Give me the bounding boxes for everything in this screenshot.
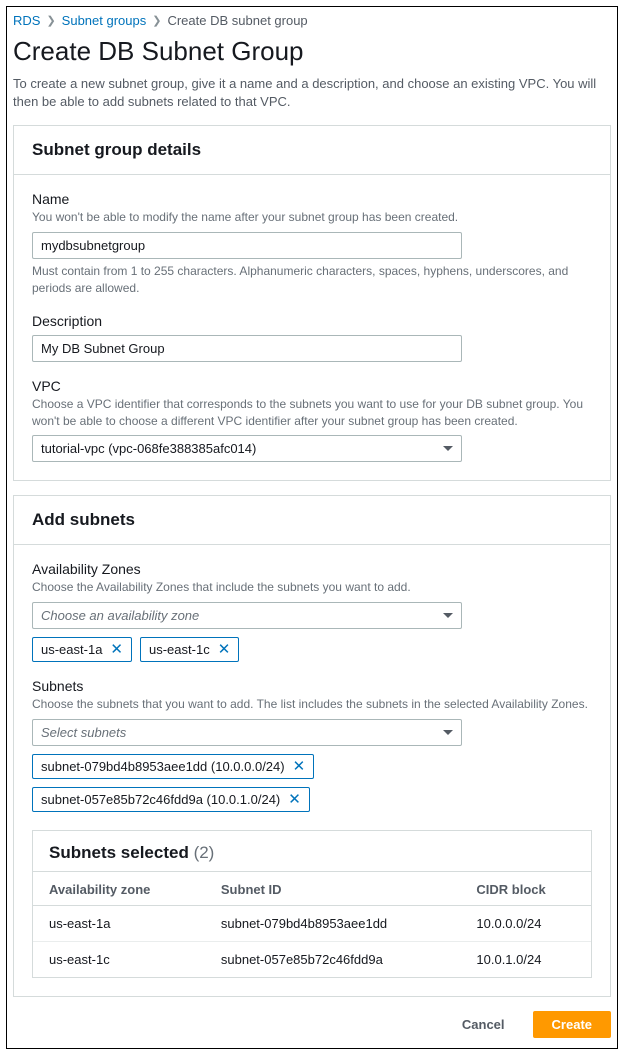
subnets-select[interactable]: Select subnets: [32, 719, 462, 746]
subnet-tag-label: subnet-057e85b72c46fdd9a (10.0.1.0/24): [41, 792, 280, 807]
subnet-tag-label: subnet-079bd4b8953aee1dd (10.0.0.0/24): [41, 759, 285, 774]
az-tag: us-east-1a ✕: [32, 637, 132, 662]
vpc-select-value: tutorial-vpc (vpc-068fe388385afc014): [41, 441, 256, 456]
breadcrumb: RDS ❯ Subnet groups ❯ Create DB subnet g…: [13, 11, 611, 34]
vpc-hint: Choose a VPC identifier that corresponds…: [32, 396, 592, 430]
cell-az: us-east-1c: [33, 941, 205, 977]
subnets-selected-count: (2): [194, 843, 215, 862]
page-description: To create a new subnet group, give it a …: [13, 75, 611, 111]
chevron-right-icon: ❯: [152, 14, 161, 27]
vpc-select[interactable]: tutorial-vpc (vpc-068fe388385afc014): [32, 435, 462, 462]
cell-az: us-east-1a: [33, 905, 205, 941]
page-title: Create DB Subnet Group: [13, 36, 611, 67]
breadcrumb-subnet-groups[interactable]: Subnet groups: [62, 13, 147, 28]
breadcrumb-current: Create DB subnet group: [167, 13, 307, 28]
subnets-hint: Choose the subnets that you want to add.…: [32, 696, 592, 713]
chevron-down-icon: [443, 613, 453, 618]
name-constraint: Must contain from 1 to 255 characters. A…: [32, 263, 592, 297]
az-select-placeholder: Choose an availability zone: [41, 608, 199, 623]
subnets-label: Subnets: [32, 678, 592, 694]
description-label: Description: [32, 313, 592, 329]
add-subnets-panel: Add subnets Availability Zones Choose th…: [13, 495, 611, 997]
subnets-selected-table: Subnets selected (2) Availability zone S…: [32, 830, 592, 978]
description-input[interactable]: [32, 335, 462, 362]
cell-cidr: 10.0.1.0/24: [460, 941, 591, 977]
breadcrumb-rds[interactable]: RDS: [13, 13, 40, 28]
subnet-tag: subnet-057e85b72c46fdd9a (10.0.1.0/24) ✕: [32, 787, 310, 812]
subnet-tag: subnet-079bd4b8953aee1dd (10.0.0.0/24) ✕: [32, 754, 314, 779]
vpc-label: VPC: [32, 378, 592, 394]
name-input[interactable]: [32, 232, 462, 259]
az-select[interactable]: Choose an availability zone: [32, 602, 462, 629]
table-row: us-east-1a subnet-079bd4b8953aee1dd 10.0…: [33, 905, 591, 941]
col-subnet-id: Subnet ID: [205, 871, 461, 905]
az-hint: Choose the Availability Zones that inclu…: [32, 579, 592, 596]
az-tag: us-east-1c ✕: [140, 637, 239, 662]
cell-id: subnet-057e85b72c46fdd9a: [205, 941, 461, 977]
subnets-selected-title: Subnets selected: [49, 843, 189, 862]
col-az: Availability zone: [33, 871, 205, 905]
cell-cidr: 10.0.0.0/24: [460, 905, 591, 941]
close-icon[interactable]: ✕: [288, 792, 301, 807]
name-hint: You won't be able to modify the name aft…: [32, 209, 592, 226]
close-icon[interactable]: ✕: [293, 759, 306, 774]
panel-title: Add subnets: [14, 496, 610, 545]
az-tag-label: us-east-1c: [149, 642, 210, 657]
subnets-select-placeholder: Select subnets: [41, 725, 126, 740]
close-icon[interactable]: ✕: [110, 642, 123, 657]
close-icon[interactable]: ✕: [218, 642, 231, 657]
chevron-down-icon: [443, 730, 453, 735]
table-row: us-east-1c subnet-057e85b72c46fdd9a 10.0…: [33, 941, 591, 977]
col-cidr: CIDR block: [460, 871, 591, 905]
panel-title: Subnet group details: [14, 126, 610, 175]
cell-id: subnet-079bd4b8953aee1dd: [205, 905, 461, 941]
cancel-button[interactable]: Cancel: [444, 1011, 523, 1038]
subnet-group-details-panel: Subnet group details Name You won't be a…: [13, 125, 611, 481]
name-label: Name: [32, 191, 592, 207]
az-tag-label: us-east-1a: [41, 642, 102, 657]
az-label: Availability Zones: [32, 561, 592, 577]
chevron-right-icon: ❯: [46, 14, 55, 27]
create-button[interactable]: Create: [533, 1011, 611, 1038]
chevron-down-icon: [443, 446, 453, 451]
